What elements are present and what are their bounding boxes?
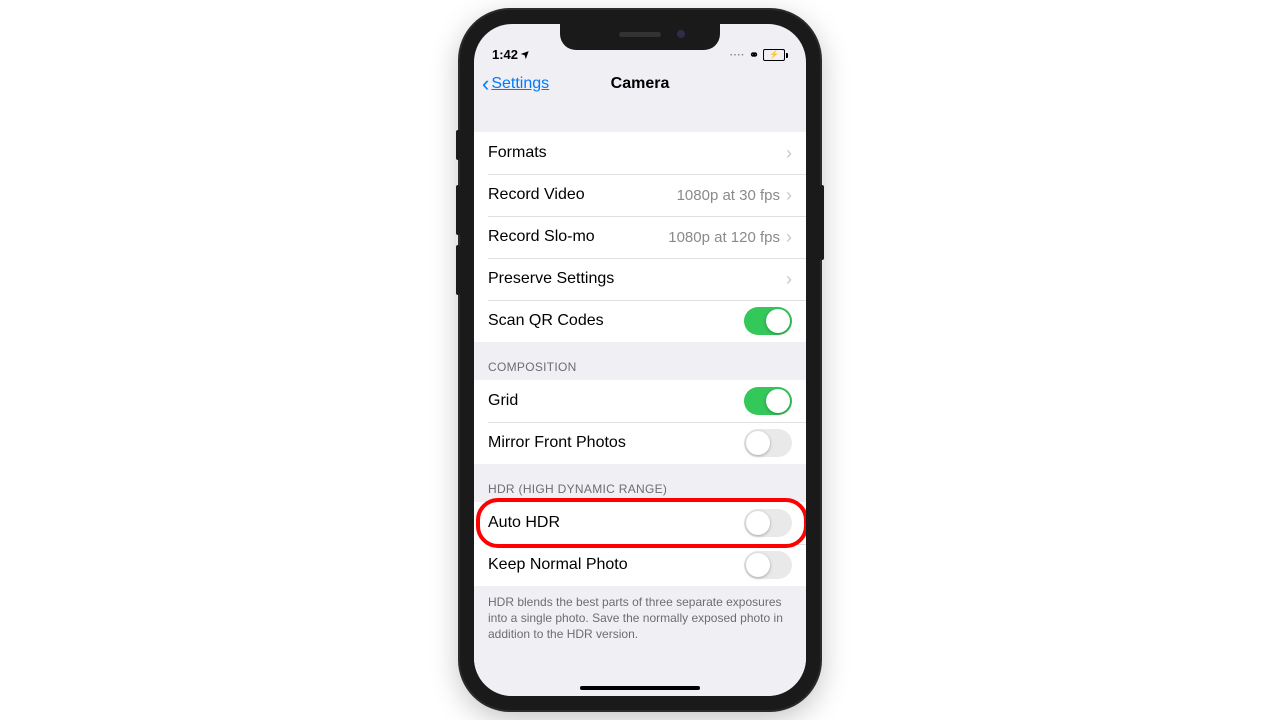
row-label: Mirror Front Photos [488,434,744,452]
location-icon: ➤ [519,48,533,62]
screen: 1:42 ➤ ∙∙∙∙ ⚭ ⚡ ‹ Settings Camera [474,24,806,696]
toggle-auto-hdr[interactable] [744,509,792,537]
row-mirror-front: Mirror Front Photos [474,422,806,464]
row-label: Record Video [488,186,677,204]
row-record-slomo[interactable]: Record Slo-mo 1080p at 120 fps › [474,216,806,258]
chevron-right-icon: › [786,185,792,206]
chevron-right-icon: › [786,227,792,248]
toggle-scan-qr[interactable] [744,307,792,335]
row-value: 1080p at 30 fps [677,187,780,204]
hotspot-icon: ⚭ [749,48,759,62]
chevron-right-icon: › [786,143,792,164]
nav-bar: ‹ Settings Camera [474,64,806,105]
chevron-right-icon: › [786,269,792,290]
battery-icon: ⚡ [763,49,788,61]
toggle-keep-normal[interactable] [744,551,792,579]
row-label: Auto HDR [488,514,744,532]
side-button [820,185,824,260]
group-main: Formats › Record Video 1080p at 30 fps ›… [474,132,806,342]
row-label: Scan QR Codes [488,312,744,330]
row-grid: Grid [474,380,806,422]
phone-frame: 1:42 ➤ ∙∙∙∙ ⚭ ⚡ ‹ Settings Camera [460,10,820,710]
status-time: 1:42 [492,47,518,62]
settings-content[interactable]: Formats › Record Video 1080p at 30 fps ›… [474,102,806,696]
row-record-video[interactable]: Record Video 1080p at 30 fps › [474,174,806,216]
group-composition: Grid Mirror Front Photos [474,380,806,464]
back-button[interactable]: ‹ Settings [482,64,549,104]
row-preserve-settings[interactable]: Preserve Settings › [474,258,806,300]
page-title: Camera [611,75,670,93]
row-label: Keep Normal Photo [488,556,744,574]
row-label: Preserve Settings [488,270,786,288]
home-indicator[interactable] [580,686,700,690]
row-label: Formats [488,144,786,162]
volume-down-button [456,245,460,295]
section-header-composition: COMPOSITION [474,342,806,380]
row-value: 1080p at 120 fps [668,229,780,246]
row-keep-normal: Keep Normal Photo [474,544,806,586]
volume-up-button [456,185,460,235]
toggle-grid[interactable] [744,387,792,415]
chevron-left-icon: ‹ [482,73,489,95]
row-formats[interactable]: Formats › [474,132,806,174]
group-hdr: Auto HDR Keep Normal Photo [474,502,806,586]
signal-dots-icon: ∙∙∙∙ [730,50,745,61]
row-label: Grid [488,392,744,410]
row-scan-qr: Scan QR Codes [474,300,806,342]
toggle-mirror[interactable] [744,429,792,457]
row-auto-hdr: Auto HDR [474,502,806,544]
mute-switch [456,130,460,160]
section-footer-hdr: HDR blends the best parts of three separ… [474,586,806,657]
row-label: Record Slo-mo [488,228,668,246]
back-label: Settings [491,75,549,93]
notch [560,24,720,50]
section-header-hdr: HDR (HIGH DYNAMIC RANGE) [474,464,806,502]
